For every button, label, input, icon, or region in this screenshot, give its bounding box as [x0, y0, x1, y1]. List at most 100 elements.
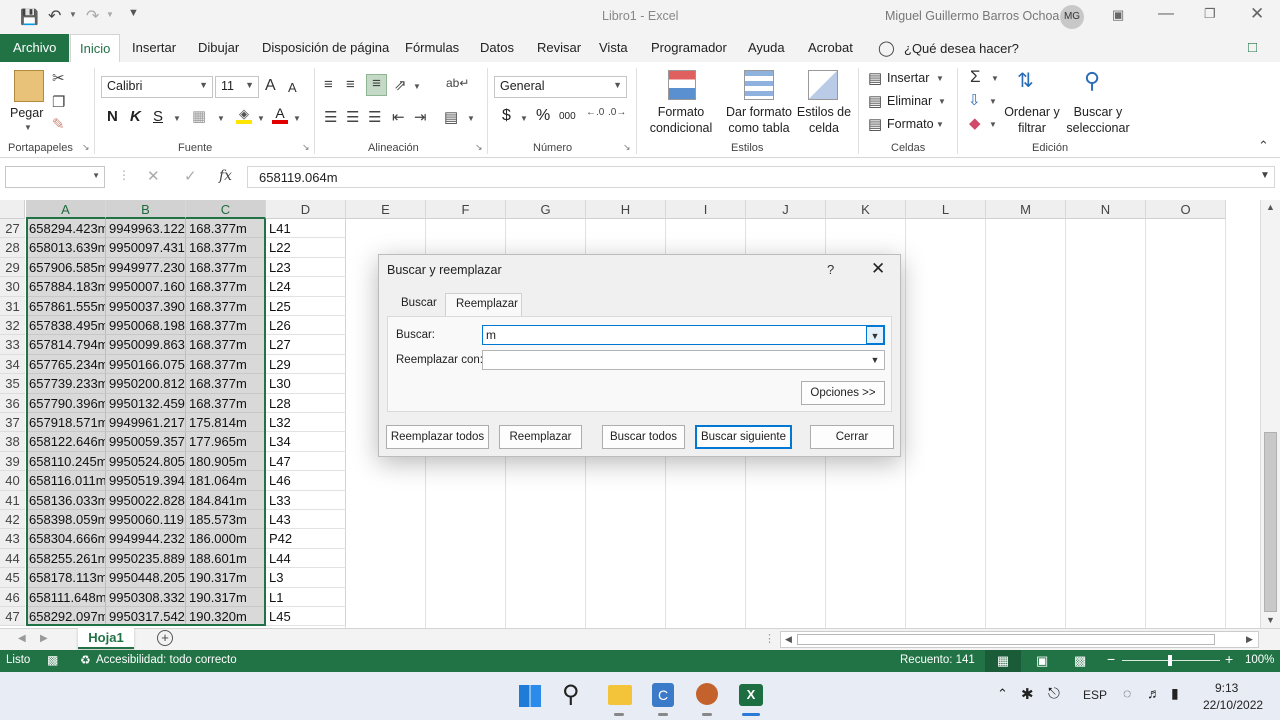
cell-b[interactable]: 9950059.357 — [106, 432, 186, 452]
save-icon[interactable]: 💾 — [20, 8, 39, 26]
fill-icon[interactable]: ⇩ — [968, 91, 981, 109]
align-center-icon[interactable]: ☰ — [346, 108, 359, 126]
tab-find[interactable]: Buscar — [401, 297, 437, 309]
row-header[interactable]: 27 — [0, 219, 25, 239]
row-header[interactable]: 36 — [0, 393, 25, 413]
row-header[interactable]: 38 — [0, 432, 25, 452]
column-header[interactable]: G — [506, 200, 586, 219]
scroll-left-icon[interactable]: ◀ — [785, 634, 792, 645]
column-header[interactable]: E — [346, 200, 426, 219]
cell-b[interactable]: 9949961.217 — [106, 413, 186, 433]
column-header[interactable]: J — [746, 200, 826, 219]
wrap-text-icon[interactable]: ab↵ — [446, 76, 469, 90]
autosum-icon[interactable]: Σ — [970, 67, 981, 87]
zoom-in-icon[interactable]: + — [1225, 651, 1233, 667]
page-layout-view-icon[interactable]: ▣ — [1036, 653, 1048, 669]
paste-button[interactable]: Pegar — [10, 105, 43, 121]
cell-c[interactable]: 190.317m — [186, 568, 266, 588]
start-icon[interactable] — [519, 685, 541, 707]
chevron-down-icon[interactable]: ▼ — [989, 97, 997, 106]
redo-dropdown-icon[interactable]: ▼ — [106, 10, 114, 19]
format-cells-icon[interactable]: ▤ — [868, 115, 882, 133]
cell-a[interactable]: 657884.183m — [26, 277, 106, 297]
cell-c[interactable]: 185.573m — [186, 510, 266, 530]
tab-disposicion[interactable]: Disposición de página — [253, 34, 398, 62]
minimize-icon[interactable]: — — [1158, 5, 1174, 23]
grow-font-icon[interactable]: A — [265, 77, 276, 95]
page-break-view-icon[interactable]: ▩ — [1074, 653, 1086, 669]
column-header[interactable]: F — [426, 200, 506, 219]
chevron-down-icon[interactable]: ▼ — [520, 114, 528, 123]
cell-c[interactable]: 184.841m — [186, 490, 266, 510]
cell-b[interactable]: 9950037.390 — [106, 296, 186, 316]
close-button[interactable]: Cerrar — [810, 425, 894, 449]
find-input[interactable]: m ▼ — [482, 325, 885, 345]
excel-taskbar-icon[interactable]: X — [739, 684, 763, 706]
chevron-down-icon[interactable]: ▼ — [257, 114, 265, 123]
tab-formulas[interactable]: Fórmulas — [396, 34, 468, 62]
next-sheet-icon[interactable]: ▶ — [40, 633, 48, 644]
zoom-slider-thumb[interactable] — [1168, 655, 1172, 666]
cancel-entry-icon[interactable]: ✕ — [147, 167, 160, 185]
cell-a[interactable]: 657739.233m — [26, 374, 106, 394]
align-left-icon[interactable]: ☰ — [324, 108, 337, 126]
align-middle-icon[interactable]: ≡ — [346, 76, 355, 93]
options-button[interactable]: Opciones >> — [801, 381, 885, 405]
cell-a[interactable]: 657838.495m — [26, 316, 106, 336]
cell-c[interactable]: 168.377m — [186, 354, 266, 375]
format-cells-button[interactable]: Formato — [887, 117, 934, 131]
row-header[interactable]: 46 — [0, 587, 25, 607]
cell-c[interactable]: 168.377m — [186, 393, 266, 413]
align-bottom-icon[interactable]: ≡ — [366, 74, 387, 96]
decrease-decimal-icon[interactable]: .0→ — [608, 107, 626, 118]
cell-b[interactable]: 9950007.160 — [106, 277, 186, 297]
column-header[interactable]: L — [906, 200, 986, 219]
cell-c[interactable]: 175.814m — [186, 413, 266, 433]
cell-a[interactable]: 657861.555m — [26, 296, 106, 316]
close-dialog-icon[interactable]: ✕ — [871, 259, 885, 279]
cell-b[interactable]: 9950166.075 — [106, 354, 186, 375]
cell-c[interactable]: 168.377m — [186, 257, 266, 278]
column-header[interactable]: N — [1066, 200, 1146, 219]
select-all-corner[interactable] — [0, 200, 25, 219]
row-header[interactable]: 29 — [0, 257, 25, 278]
cell-d[interactable]: L32 — [266, 413, 346, 433]
file-explorer-icon[interactable] — [608, 685, 632, 705]
find-all-button[interactable]: Buscar todos — [602, 425, 685, 449]
normal-view-icon[interactable]: ▦ — [985, 650, 1021, 672]
underline-button[interactable]: S — [153, 108, 163, 125]
horizontal-scrollbar[interactable]: ◀ ▶ — [780, 631, 1259, 648]
conditional-format-icon[interactable] — [668, 70, 696, 100]
column-header[interactable]: I — [666, 200, 746, 219]
percent-button[interactable]: % — [536, 107, 550, 125]
cell-d[interactable]: L23 — [266, 257, 346, 278]
chevron-down-icon[interactable]: ▼ — [936, 74, 944, 83]
replace-button[interactable]: Reemplazar — [499, 425, 582, 449]
replace-all-button[interactable]: Reemplazar todos — [386, 425, 489, 449]
column-header[interactable]: H — [586, 200, 666, 219]
portapapeles-launcher-icon[interactable]: ↘ — [82, 142, 90, 153]
scroll-right-icon[interactable]: ▶ — [1246, 634, 1253, 645]
cell-a[interactable]: 658136.033m — [26, 490, 106, 510]
cell-b[interactable]: 9950519.394 — [106, 471, 186, 491]
row-header[interactable]: 47 — [0, 607, 25, 627]
column-header[interactable]: C — [186, 200, 266, 219]
cell-a[interactable]: 657814.794m — [26, 335, 106, 355]
decrease-indent-icon[interactable]: ⇤ — [392, 108, 405, 126]
delete-cells-button[interactable]: Eliminar — [887, 94, 932, 108]
column-header[interactable]: D — [266, 200, 346, 219]
cell-a[interactable]: 658116.011m — [26, 471, 106, 491]
accessibility-status[interactable]: Accesibilidad: todo correcto — [96, 654, 237, 666]
cell-c[interactable]: 168.377m — [186, 316, 266, 336]
cell-d[interactable]: L25 — [266, 296, 346, 316]
cell-d[interactable]: L34 — [266, 432, 346, 452]
cell-c[interactable]: 168.377m — [186, 374, 266, 394]
undo-icon[interactable]: ↶ — [48, 6, 61, 26]
cell-c[interactable]: 186.000m — [186, 529, 266, 549]
cell-c[interactable]: 180.905m — [186, 451, 266, 472]
cell-d[interactable]: L46 — [266, 471, 346, 491]
cell-styles-icon[interactable] — [808, 70, 838, 100]
wifi-icon[interactable]: ◌ — [1123, 685, 1131, 701]
cell-b[interactable]: 9949944.232 — [106, 529, 186, 549]
row-header[interactable]: 44 — [0, 548, 25, 569]
